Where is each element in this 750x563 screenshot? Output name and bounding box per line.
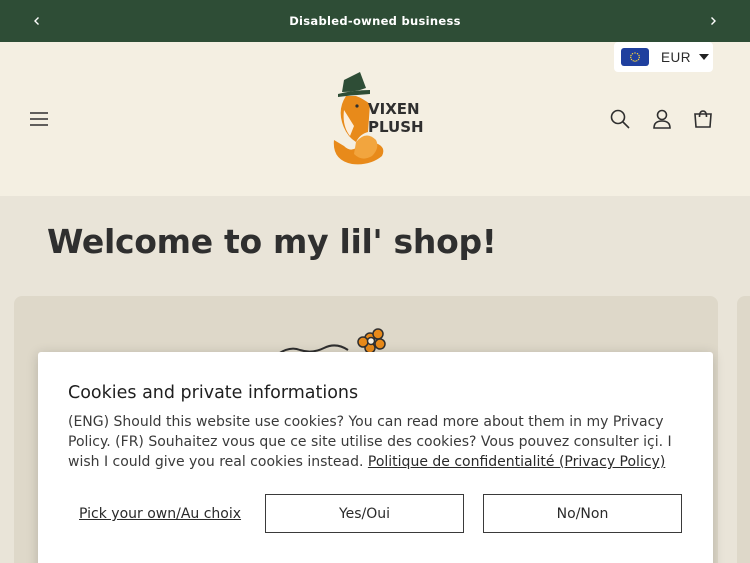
page-title: Welcome to my lil' shop! — [47, 222, 497, 261]
cookie-title: Cookies and private informations — [68, 383, 359, 403]
currency-selector[interactable]: EUR — [614, 42, 713, 72]
announcement-text: Disabled-owned business — [289, 14, 461, 28]
cart-icon[interactable] — [692, 108, 714, 130]
cookie-consent-dialog: Cookies and private informations (ENG) S… — [38, 352, 713, 563]
user-icon[interactable] — [651, 108, 673, 130]
caret-down-icon — [699, 54, 710, 60]
privacy-policy-link[interactable]: Politique de confidentialité (Privacy Po… — [368, 454, 665, 470]
logo-line1: VIXEN — [368, 100, 420, 118]
search-icon[interactable] — [609, 108, 631, 130]
announcement-bar: Disabled-owned business — [0, 0, 750, 42]
cookie-body: (ENG) Should this website use cookies? Y… — [68, 412, 688, 472]
pick-your-own-link[interactable]: Pick your own/Au choix — [79, 506, 241, 522]
hamburger-menu-icon[interactable] — [29, 109, 49, 129]
site-logo[interactable]: VIXEN PLUSH — [326, 70, 426, 168]
logo-line2: PLUSH — [368, 118, 424, 136]
chevron-right-icon — [711, 17, 716, 25]
currency-code: EUR — [661, 49, 692, 65]
accept-cookies-button[interactable]: Yes/Oui — [265, 494, 464, 533]
next-card-edge[interactable] — [737, 296, 750, 563]
eu-flag-icon — [621, 48, 649, 66]
decline-cookies-button[interactable]: No/Non — [483, 494, 682, 533]
announcement-next-button[interactable] — [704, 12, 722, 30]
site-header: EUR VIXEN PLUSH — [0, 42, 750, 196]
chevron-left-icon — [34, 17, 39, 25]
announcement-prev-button[interactable] — [28, 12, 46, 30]
